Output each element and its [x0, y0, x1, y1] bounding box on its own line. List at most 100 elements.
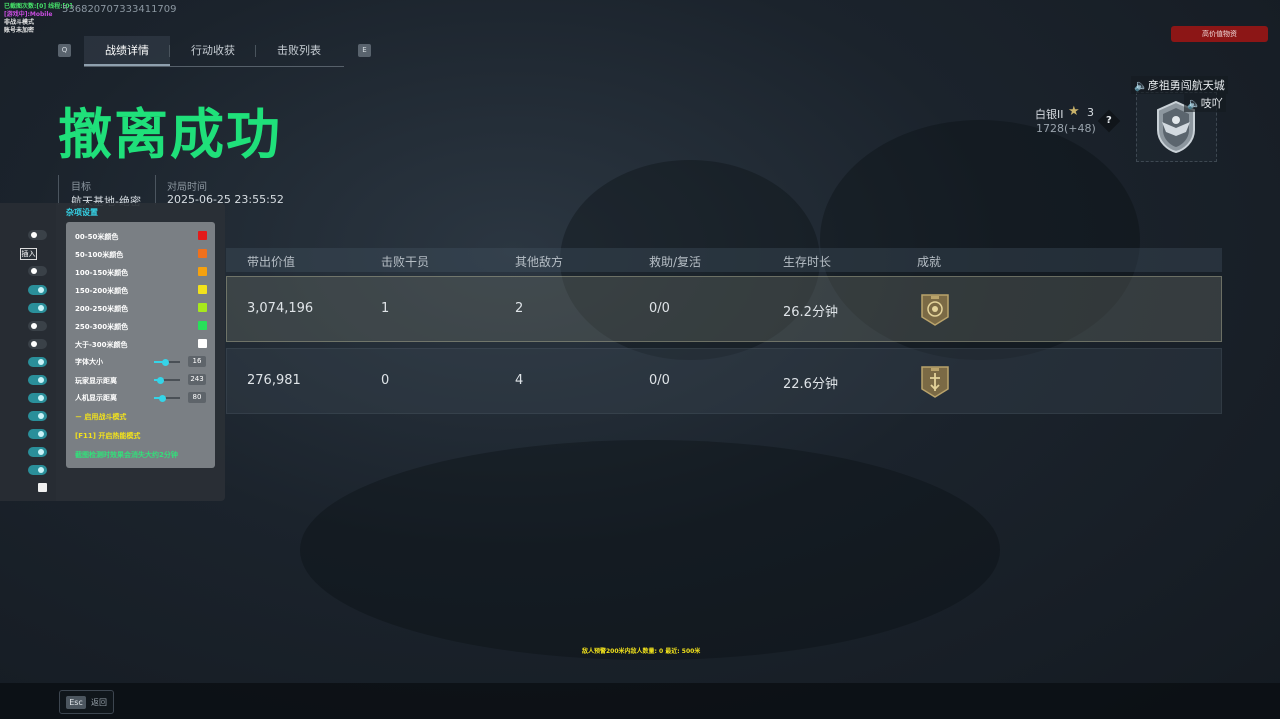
toggle-knob	[38, 377, 44, 383]
background-shape	[300, 440, 1000, 660]
kills-cell: 1	[381, 301, 390, 316]
esc-key-hint: Esc	[66, 696, 86, 709]
slider-knob[interactable]	[157, 376, 164, 384]
slider-knob[interactable]	[159, 394, 166, 402]
table-row[interactable]: 276,981 0 4 0/0 22.6分钟	[226, 348, 1222, 414]
toggle-knob	[38, 413, 44, 419]
rank-name: 白银II	[1035, 108, 1064, 121]
table-row[interactable]: 3,074,196 1 2 0/0 26.2分钟	[226, 276, 1222, 342]
slider-value: 16	[188, 356, 206, 367]
color-option-label: 200-250米颜色	[75, 305, 129, 313]
toggle-knob	[38, 359, 44, 365]
color-option-label: 250-300米颜色	[75, 323, 129, 331]
assists-cell: 0/0	[649, 373, 670, 388]
color-option-label: 150-200米颜色	[75, 287, 129, 295]
color-swatch[interactable]	[198, 339, 207, 348]
toggle-knob	[38, 431, 44, 437]
toggle-knob	[31, 323, 37, 329]
value-cell: 3,074,196	[247, 301, 314, 316]
help-icon: ?	[1106, 115, 1112, 126]
toggle-switch[interactable]	[28, 357, 47, 367]
color-option-label: 00-50米颜色	[75, 233, 119, 241]
tab-label: 行动收获	[191, 44, 235, 57]
toggle-switch[interactable]	[28, 411, 47, 421]
toggle-switch[interactable]	[28, 230, 47, 240]
toggle-knob	[38, 467, 44, 473]
color-swatch[interactable]	[198, 249, 207, 258]
column-header: 击败干员	[381, 255, 430, 269]
toggle-switch[interactable]	[28, 375, 47, 385]
color-swatch[interactable]	[198, 231, 207, 240]
time-label: 对局时间	[167, 182, 207, 193]
enemy-warning: 敌人预警200米内敌人数量: 0 最近: 500米	[582, 648, 701, 655]
slider-value: 243	[188, 374, 206, 385]
toggle-knob	[31, 341, 37, 347]
target-label: 目标	[71, 182, 91, 193]
divider	[58, 175, 59, 205]
achievement-medal-icon	[921, 366, 949, 398]
player-name-text: 彦祖勇闯航天城	[1147, 79, 1225, 92]
toggle-knob	[31, 232, 37, 238]
toggle-switch[interactable]	[28, 266, 47, 276]
thermal-mode-option[interactable]: [F11] 开启热能模式	[75, 431, 140, 441]
screenshot-note: 截图检测时效果会消失大约2分钟	[75, 451, 178, 459]
help-button[interactable]: ?	[1097, 109, 1121, 133]
toggle-knob	[38, 449, 44, 455]
toggle-knob	[31, 268, 37, 274]
column-header: 生存时长	[783, 255, 832, 269]
back-button[interactable]: Esc 返回	[59, 690, 114, 714]
session-id: 536820707333411709	[62, 4, 177, 15]
value-cell: 276,981	[247, 373, 301, 388]
column-header: 其他敌方	[515, 255, 564, 269]
toggle-switch[interactable]	[28, 303, 47, 313]
toggle-knob	[38, 287, 44, 293]
debug-line: 账号未加密	[4, 27, 35, 34]
column-header: 成就	[917, 255, 942, 269]
stats-table-header: 带出价值 击败干员 其他敌方 救助/复活 生存时长 成就	[226, 248, 1222, 272]
color-swatch[interactable]	[198, 321, 207, 330]
bottom-bar	[0, 683, 1280, 719]
star-icon: ★	[1068, 104, 1080, 119]
toggle-switch[interactable]	[28, 321, 47, 331]
column-header: 救助/复活	[649, 255, 702, 269]
toggle-switch[interactable]	[28, 447, 47, 457]
key-hint-q: Q	[58, 44, 71, 57]
player-name: 🔈吱吖	[1184, 94, 1226, 112]
slider-value: 80	[188, 392, 206, 403]
checkbox[interactable]	[38, 483, 47, 492]
slider-label: 字体大小	[75, 358, 103, 366]
color-swatch[interactable]	[198, 267, 207, 276]
high-value-items-button[interactable]: 高价值物资	[1171, 26, 1268, 42]
bot-distance-slider[interactable]	[154, 394, 180, 402]
tab-action-gains[interactable]: 行动收获	[170, 36, 256, 66]
toggle-switch[interactable]	[28, 339, 47, 349]
rank-stars: 3	[1087, 106, 1094, 119]
tab-kill-list[interactable]: 击败列表	[256, 36, 342, 66]
toggle-switch[interactable]	[28, 429, 47, 439]
tab-bar: 战绩详情 行动收获 击败列表	[84, 36, 344, 67]
key-hint-e: E	[358, 44, 371, 57]
font-size-slider[interactable]	[154, 358, 180, 366]
color-swatch[interactable]	[198, 303, 207, 312]
kills-cell: 0	[381, 373, 390, 388]
toggle-knob	[38, 305, 44, 311]
slider-label: 人机显示距离	[75, 394, 117, 402]
player-name-text: 吱吖	[1200, 97, 1223, 110]
divider	[155, 175, 156, 205]
assists-cell: 0/0	[649, 301, 670, 316]
slider-label: 玩家显示距离	[75, 377, 117, 385]
player-name: 🔈彦祖勇闯航天城	[1131, 76, 1228, 94]
insert-key-hint: 插入	[20, 248, 37, 260]
color-option-label: 50-100米颜色	[75, 251, 124, 259]
tab-battle-details[interactable]: 战绩详情	[84, 36, 170, 66]
toggle-switch[interactable]	[28, 285, 47, 295]
toggle-switch[interactable]	[28, 393, 47, 403]
player-distance-slider[interactable]	[154, 376, 180, 384]
battle-mode-option[interactable]: － 启用战斗模式	[75, 412, 126, 422]
toggle-switch[interactable]	[28, 465, 47, 475]
slider-knob[interactable]	[162, 358, 169, 366]
tab-label: 战绩详情	[105, 44, 149, 57]
color-option-label: 100-150米颜色	[75, 269, 129, 277]
settings-panel-title: 杂项设置	[66, 208, 98, 217]
color-swatch[interactable]	[198, 285, 207, 294]
